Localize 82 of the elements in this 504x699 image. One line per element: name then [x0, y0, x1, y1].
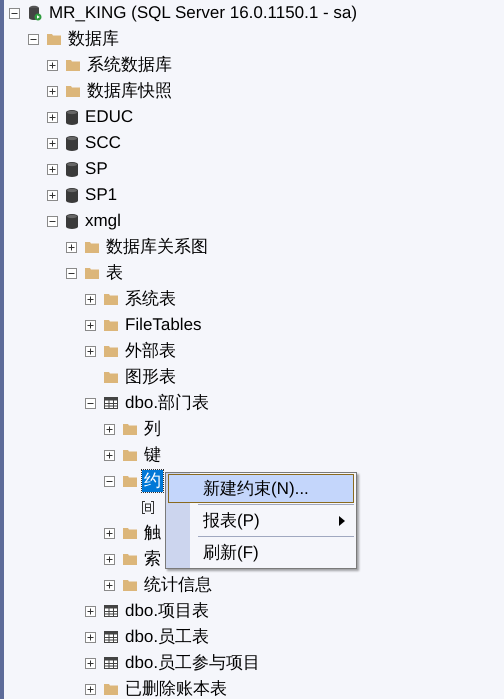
tree-item-label[interactable]: 外部表 [123, 340, 178, 362]
collapse-icon[interactable] [9, 8, 20, 18]
database-icon [66, 214, 78, 228]
expand-icon[interactable] [104, 450, 115, 460]
tree-item-label[interactable]: 列 [142, 418, 163, 440]
expand-icon[interactable] [47, 60, 58, 70]
folder-icon [47, 33, 61, 45]
folder-icon [85, 241, 99, 253]
collapse-icon[interactable] [66, 268, 77, 278]
tree-item-label[interactable]: 数据库 [66, 28, 121, 50]
expand-icon[interactable] [47, 138, 58, 148]
menu-item[interactable]: 新建约束(N)... [168, 474, 354, 503]
tree-item-label[interactable]: SP1 [83, 184, 120, 206]
database-server-icon [28, 5, 42, 21]
folder-icon [104, 683, 118, 695]
tree-item-label[interactable]: MR_KING (SQL Server 16.0.1150.1 - sa) [47, 2, 360, 24]
folder-icon [123, 449, 137, 461]
constraint-icon [142, 500, 154, 514]
database-icon [66, 110, 78, 124]
folder-icon [123, 423, 137, 435]
expand-icon[interactable] [47, 164, 58, 174]
folder-icon [123, 527, 137, 539]
tree-item-label[interactable]: 图形表 [123, 366, 178, 388]
folder-icon [123, 475, 137, 487]
table-icon [104, 605, 118, 617]
table-icon [104, 657, 118, 669]
expand-icon[interactable] [85, 684, 96, 694]
tree-item-label[interactable]: 索 [142, 548, 163, 570]
expand-icon[interactable] [47, 190, 58, 200]
tree-item-label[interactable]: FileTables [123, 314, 204, 336]
expand-icon[interactable] [85, 632, 96, 642]
expand-icon[interactable] [85, 346, 96, 356]
expand-icon[interactable] [85, 320, 96, 330]
tree-item-label[interactable]: SCC [83, 132, 123, 154]
tree-item-label[interactable]: dbo.部门表 [123, 392, 212, 414]
folder-icon [85, 267, 99, 279]
tree-item-label[interactable]: 键 [142, 444, 163, 466]
tree-item-label[interactable]: SP [83, 158, 110, 180]
tree-item-label[interactable]: dbo.项目表 [123, 600, 212, 622]
tree-item-label[interactable]: 系统数据库 [85, 54, 174, 76]
expand-icon[interactable] [85, 294, 96, 304]
folder-icon [66, 85, 80, 97]
expand-icon[interactable] [104, 528, 115, 538]
collapse-icon[interactable] [85, 398, 96, 408]
collapse-icon[interactable] [47, 216, 58, 226]
database-icon [66, 136, 78, 150]
expand-icon[interactable] [104, 424, 115, 434]
expand-icon[interactable] [47, 86, 58, 96]
expand-icon[interactable] [47, 112, 58, 122]
table-icon [104, 631, 118, 643]
menu-item[interactable]: 报表(P) [168, 506, 354, 535]
expand-icon[interactable] [85, 606, 96, 616]
collapse-icon[interactable] [28, 34, 39, 44]
tree-item-label[interactable]: xmgl [83, 210, 123, 232]
folder-icon [104, 371, 118, 383]
expand-icon[interactable] [85, 658, 96, 668]
tree-item-label[interactable]: 数据库关系图 [104, 236, 210, 258]
expand-icon[interactable] [104, 554, 115, 564]
folder-icon [66, 59, 80, 71]
folder-icon [123, 553, 137, 565]
database-icon [66, 188, 78, 202]
tree-item-label[interactable]: 约 [142, 470, 163, 492]
tree-item-label[interactable]: 触 [142, 522, 163, 544]
collapse-icon[interactable] [104, 476, 115, 486]
tree-item-label[interactable]: 已删除账本表 [123, 678, 229, 699]
tree-item-label[interactable]: 表 [104, 262, 125, 284]
folder-icon [123, 579, 137, 591]
tree-item-label[interactable]: EDUC [83, 106, 136, 128]
folder-icon [104, 319, 118, 331]
expand-icon[interactable] [104, 580, 115, 590]
table-icon [104, 397, 118, 409]
expand-icon[interactable] [66, 242, 77, 252]
tree-item-label[interactable]: 系统表 [123, 288, 178, 310]
tree-item-label[interactable]: 数据库快照 [85, 80, 174, 102]
database-icon [66, 162, 78, 176]
folder-icon [104, 293, 118, 305]
menu-item[interactable]: 刷新(F) [168, 538, 354, 567]
tree-item-label[interactable]: 统计信息 [142, 574, 214, 596]
tree-item-label[interactable]: dbo.员工参与项目 [123, 652, 262, 674]
tree-item-label[interactable]: dbo.员工表 [123, 626, 212, 648]
folder-icon [104, 345, 118, 357]
submenu-arrow-icon [339, 516, 345, 526]
